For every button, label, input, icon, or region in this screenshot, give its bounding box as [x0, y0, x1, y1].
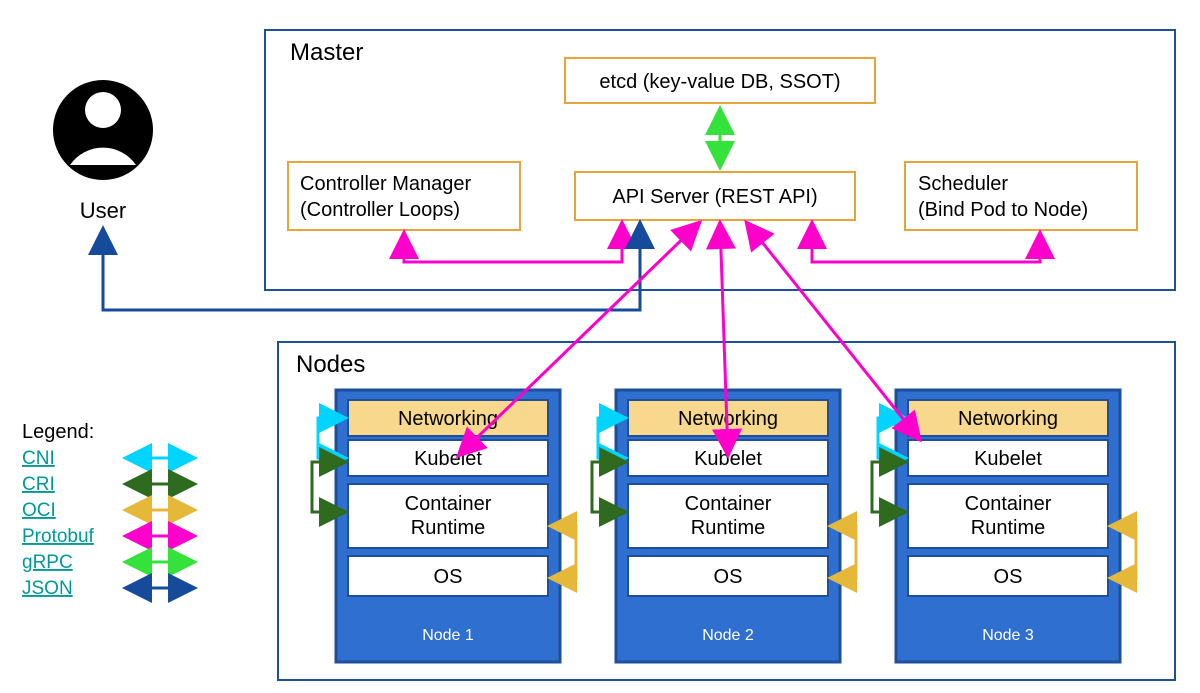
node1-os: OS [434, 566, 463, 588]
nodes-title: Nodes [296, 351, 365, 378]
scheduler-line1: Scheduler [918, 173, 1008, 195]
legend-protobuf-label[interactable]: Protobuf [22, 526, 95, 547]
controller-manager-line1: Controller Manager [300, 173, 472, 195]
node2-os: OS [714, 566, 743, 588]
node1-caption: Node 1 [422, 627, 474, 644]
scheduler-line2: (Bind Pod to Node) [918, 199, 1088, 221]
node2-cr1: Container [685, 493, 772, 515]
legend-cni-label[interactable]: CNI [22, 448, 55, 469]
node3-kubelet: Kubelet [974, 448, 1042, 470]
node3-os: OS [994, 566, 1023, 588]
user-label: User [80, 198, 126, 223]
etcd-label: etcd (key-value DB, SSOT) [599, 71, 840, 93]
legend-grpc-label[interactable]: gRPC [22, 552, 73, 573]
legend-oci-label[interactable]: OCI [22, 500, 56, 521]
node1-cr2: Runtime [411, 517, 485, 539]
arrow-json-user-api [103, 222, 640, 310]
node3-networking: Networking [958, 408, 1058, 430]
legend-json-label[interactable]: JSON [22, 578, 73, 599]
node-1: Networking Kubelet Container Runtime OS … [312, 390, 576, 662]
node2-caption: Node 2 [702, 627, 754, 644]
kubernetes-architecture-diagram: User Master etcd (key-value DB, SSOT) Co… [0, 0, 1200, 693]
node-2: Networking Kubelet Container Runtime OS … [592, 390, 856, 662]
node1-networking: Networking [398, 408, 498, 430]
node3-cr2: Runtime [971, 517, 1045, 539]
node1-cr1: Container [405, 493, 492, 515]
controller-manager-line2: (Controller Loops) [300, 199, 460, 221]
legend-title: Legend: [22, 421, 94, 443]
node2-cr2: Runtime [691, 517, 765, 539]
master-title: Master [290, 39, 363, 66]
api-server-label: API Server (REST API) [612, 186, 817, 208]
legend: Legend: CNI CRI OCI Protobuf gRPC JSON [22, 421, 195, 599]
legend-cri-label[interactable]: CRI [22, 474, 55, 495]
user-icon [53, 80, 153, 180]
node1-kubelet: Kubelet [414, 448, 482, 470]
node3-cr1: Container [965, 493, 1052, 515]
node3-caption: Node 3 [982, 627, 1034, 644]
